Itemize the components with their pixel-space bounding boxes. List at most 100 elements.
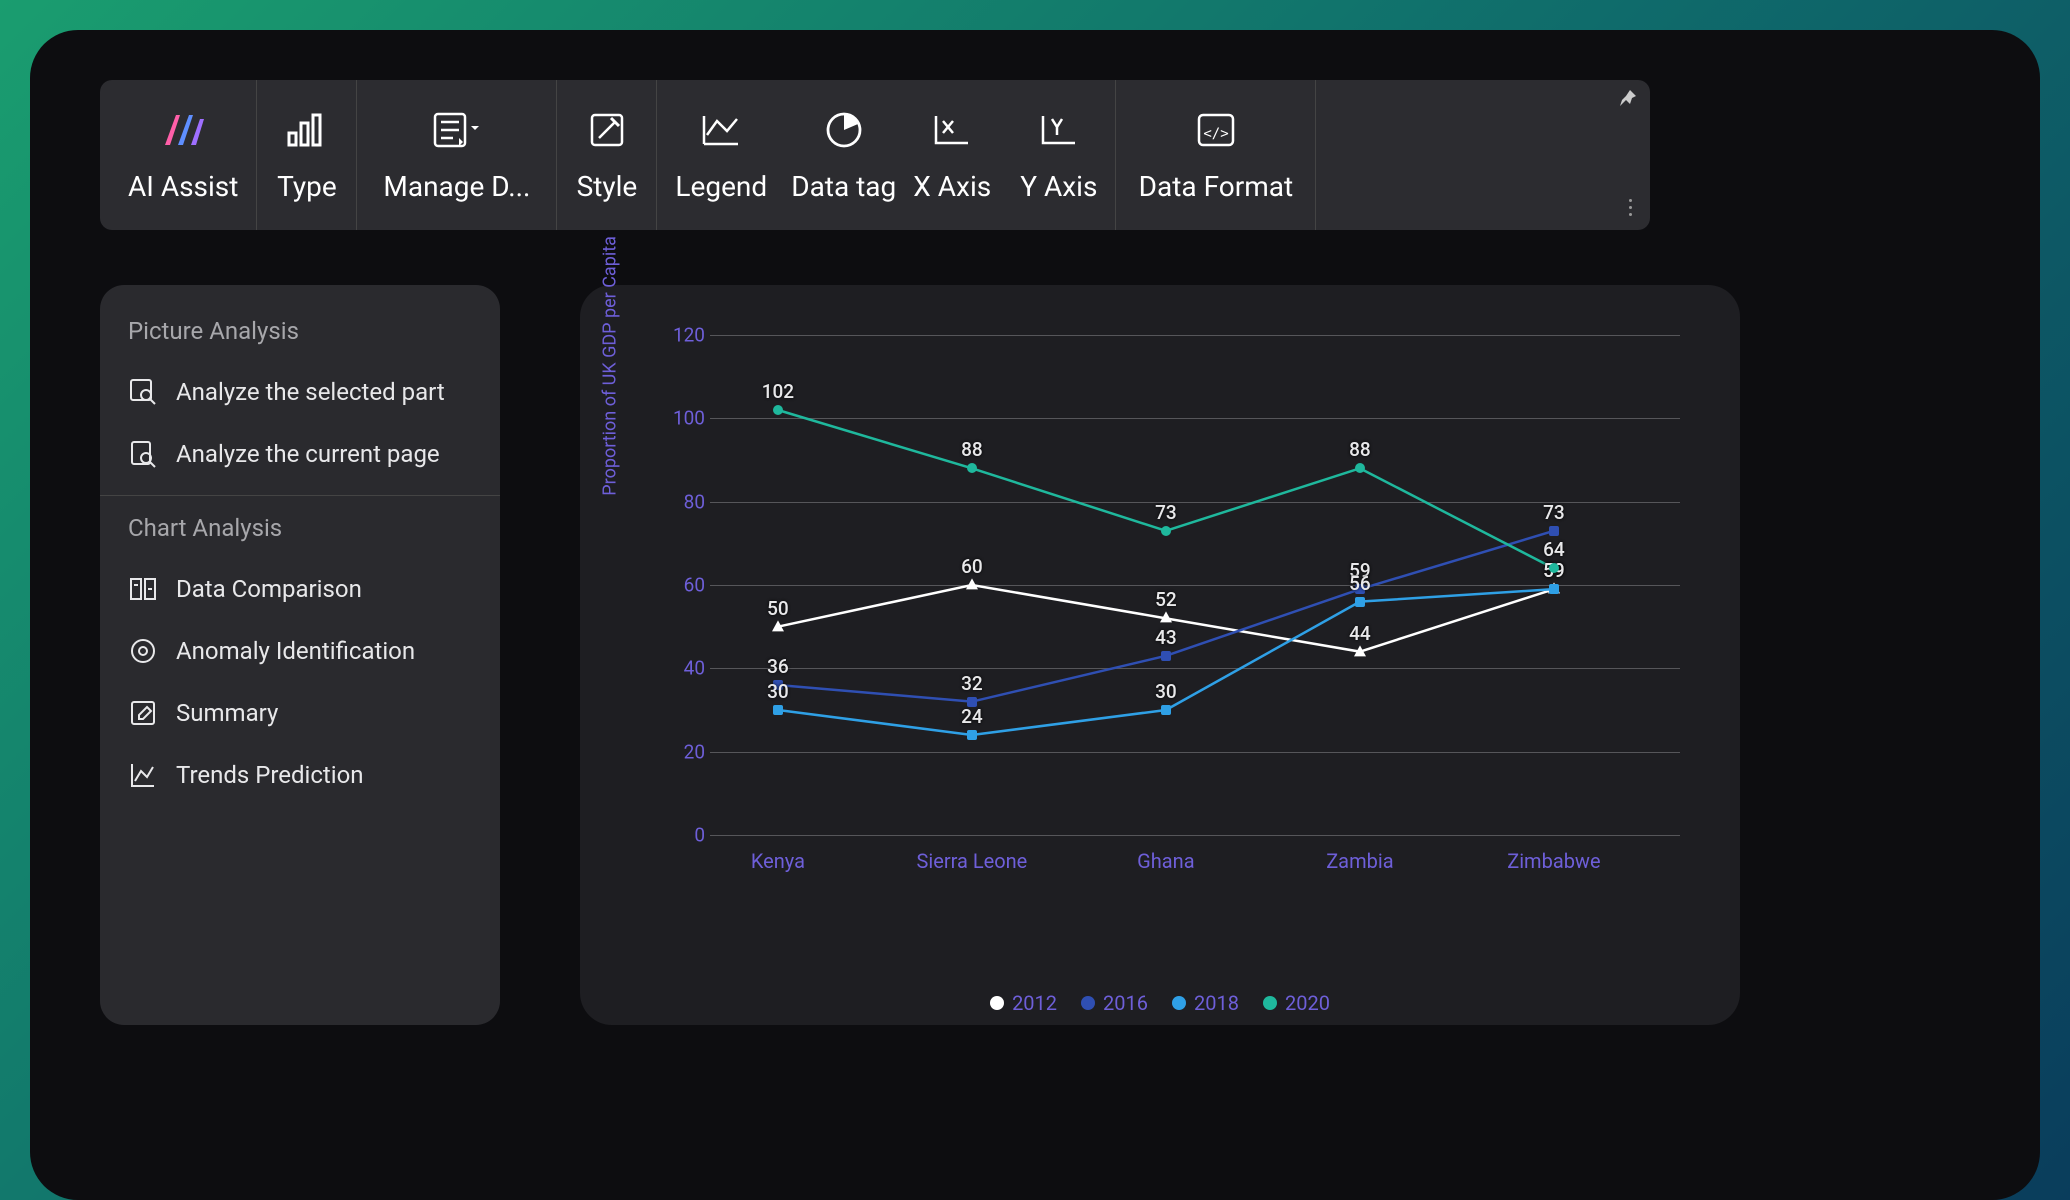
toolbar-data-tag[interactable]: Data tag: [785, 80, 902, 230]
comparison-icon: [128, 574, 158, 604]
app-window: AI Assist Type Manage D... Style Legend: [30, 30, 2040, 1200]
data-label: 36: [767, 655, 789, 678]
y-tick-label: 80: [665, 490, 705, 513]
chart-legend: 2012 2016 2018 2020: [580, 991, 1740, 1015]
toolbar-y-axis[interactable]: Y Axis: [1002, 80, 1116, 230]
data-label: 73: [1155, 501, 1177, 524]
side-item-summary[interactable]: Summary: [100, 682, 500, 744]
section-header-chart: Chart Analysis: [100, 506, 500, 558]
side-item-analyze-selected[interactable]: Analyze the selected part: [100, 361, 500, 423]
svg-text:</>: </>: [1203, 126, 1228, 142]
legend-icon: [701, 108, 741, 152]
data-tag-icon: [825, 108, 863, 152]
y-tick-label: 60: [665, 574, 705, 597]
manage-data-icon: [433, 108, 481, 152]
legend-label: 2020: [1285, 991, 1330, 1015]
side-item-label: Data Comparison: [176, 575, 362, 603]
data-marker: [1549, 563, 1559, 573]
side-item-label: Summary: [176, 699, 278, 727]
side-panel: Picture Analysis Analyze the selected pa…: [100, 285, 500, 1025]
x-tick-label: Ghana: [1137, 849, 1194, 873]
chart-plot: 020406080100120KenyaSierra LeoneGhanaZam…: [710, 335, 1680, 835]
toolbar-ai-assist[interactable]: AI Assist: [110, 80, 257, 230]
data-label: 88: [961, 438, 983, 461]
toolbar-data-format[interactable]: </> Data Format: [1116, 80, 1316, 230]
data-marker: [966, 578, 978, 589]
data-format-icon: </>: [1196, 108, 1236, 152]
y-tick-label: 20: [665, 740, 705, 763]
side-item-data-comparison[interactable]: Data Comparison: [100, 558, 500, 620]
data-label: 24: [961, 705, 983, 728]
toolbar-manage-data[interactable]: Manage D...: [357, 80, 557, 230]
data-label: 43: [1155, 626, 1177, 649]
trends-icon: [128, 760, 158, 790]
data-label: 88: [1349, 438, 1371, 461]
data-marker: [773, 705, 783, 715]
data-marker: [1161, 526, 1171, 536]
toolbar-type[interactable]: Type: [257, 80, 357, 230]
x-axis-icon: [933, 108, 971, 152]
data-marker: [967, 730, 977, 740]
y-tick-label: 100: [665, 407, 705, 430]
gridline: [710, 835, 1680, 836]
section-header-picture: Picture Analysis: [100, 309, 500, 361]
side-item-trends[interactable]: Trends Prediction: [100, 744, 500, 806]
data-label: 60: [961, 555, 983, 578]
divider: [100, 495, 500, 496]
toolbar-label: AI Assist: [128, 170, 238, 203]
chart-lines: [710, 335, 1680, 835]
anomaly-icon: [128, 636, 158, 666]
x-tick-label: Kenya: [751, 849, 805, 873]
side-item-label: Trends Prediction: [176, 761, 364, 789]
toolbar-label: Data tag: [791, 170, 896, 203]
analyze-selected-icon: [128, 377, 158, 407]
data-marker: [967, 463, 977, 473]
legend-dot-icon: [1172, 996, 1186, 1010]
legend-item[interactable]: 2016: [1081, 991, 1148, 1015]
data-label: 52: [1155, 588, 1177, 611]
side-item-analyze-page[interactable]: Analyze the current page: [100, 423, 500, 485]
chart-panel: Proportion of UK GDP per Capita 02040608…: [580, 285, 1740, 1025]
legend-item[interactable]: 2012: [990, 991, 1057, 1015]
toolbar-label: Y Axis: [1020, 170, 1097, 203]
x-tick-label: Zambia: [1326, 849, 1393, 873]
data-label: 30: [767, 680, 789, 703]
summary-icon: [128, 698, 158, 728]
y-axis-label: Proportion of UK GDP per Capita: [600, 236, 621, 496]
data-label: 30: [1155, 680, 1177, 703]
side-item-label: Analyze the current page: [176, 440, 440, 468]
toolbar-label: Style: [577, 170, 638, 203]
toolbar: AI Assist Type Manage D... Style Legend: [100, 80, 1650, 230]
data-marker: [1354, 645, 1366, 656]
style-icon: [589, 108, 625, 152]
x-tick-label: Zimbabwe: [1507, 849, 1600, 873]
side-item-label: Analyze the selected part: [176, 378, 445, 406]
legend-item[interactable]: 2020: [1263, 991, 1330, 1015]
analyze-page-icon: [128, 439, 158, 469]
toolbar-legend[interactable]: Legend: [657, 80, 785, 230]
toolbar-style[interactable]: Style: [557, 80, 657, 230]
data-label: 73: [1543, 501, 1565, 524]
side-item-anomaly[interactable]: Anomaly Identification: [100, 620, 500, 682]
y-tick-label: 120: [665, 324, 705, 347]
toolbar-x-axis[interactable]: X Axis: [902, 80, 1002, 230]
legend-dot-icon: [1081, 996, 1095, 1010]
data-marker: [1161, 651, 1171, 661]
legend-dot-icon: [990, 996, 1004, 1010]
data-marker: [1160, 612, 1172, 623]
data-label: 64: [1543, 538, 1565, 561]
legend-item[interactable]: 2018: [1172, 991, 1239, 1015]
data-marker: [1161, 705, 1171, 715]
pin-icon[interactable]: [1618, 88, 1638, 113]
legend-label: 2018: [1194, 991, 1239, 1015]
y-tick-label: 40: [665, 657, 705, 680]
toolbar-label: Legend: [675, 170, 767, 203]
data-label: 102: [762, 380, 794, 403]
toolbar-label: Type: [277, 170, 337, 203]
data-marker: [772, 620, 784, 631]
toolbar-more-icon[interactable]: [1629, 199, 1632, 216]
type-icon: [287, 108, 327, 152]
legend-label: 2012: [1012, 991, 1057, 1015]
data-marker: [1355, 463, 1365, 473]
data-label: 44: [1349, 622, 1371, 645]
